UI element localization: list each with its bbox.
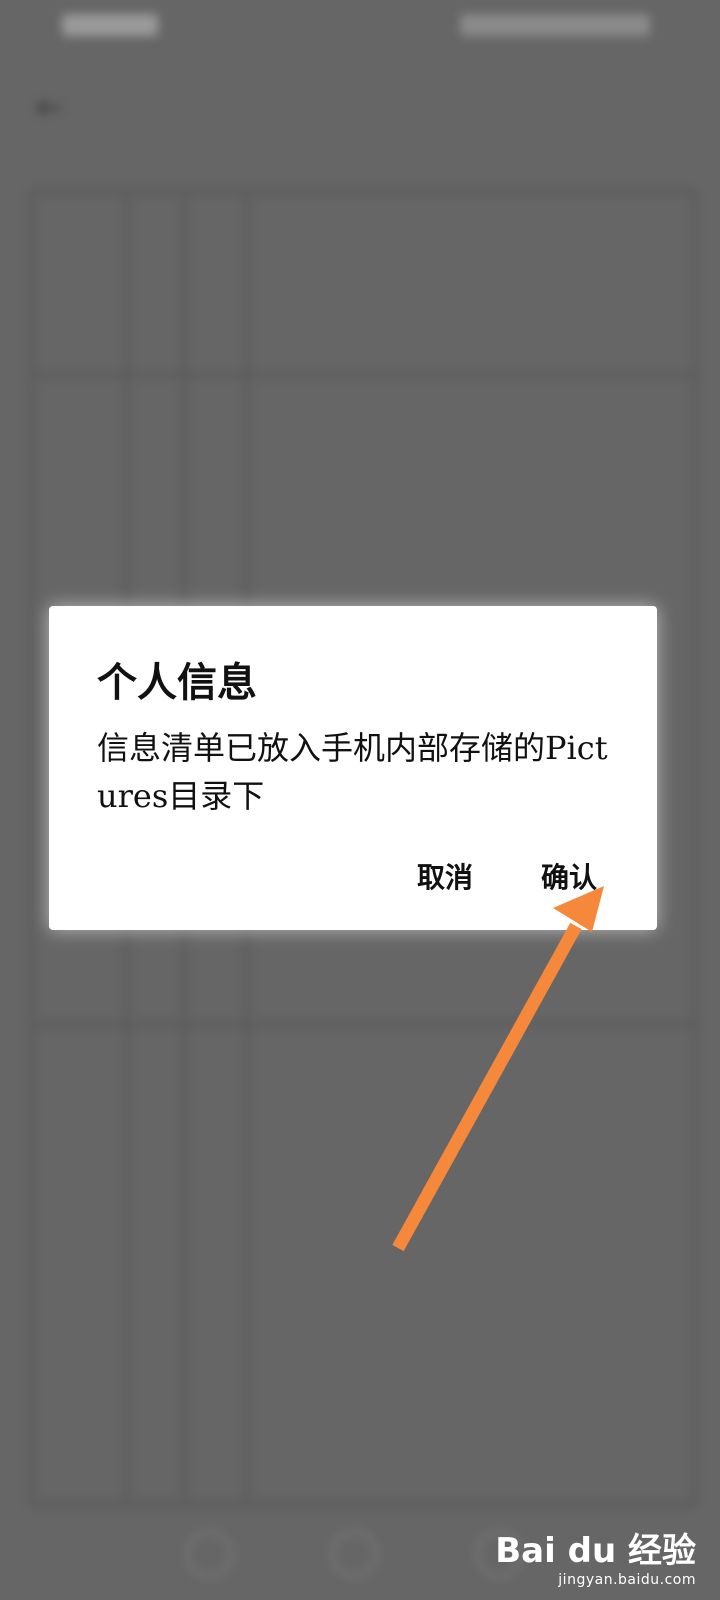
status-bar-right [460, 14, 650, 36]
table-divider [33, 373, 693, 376]
watermark-url: jingyan.baidu.com [558, 1572, 696, 1588]
status-bar-left [62, 14, 158, 36]
dialog-title: 个人信息 [97, 659, 257, 706]
personal-info-dialog: 个人信息 信息清单已放入手机内部存储的Pictures目录下 取消 确认 [49, 606, 657, 930]
dialog-message: 信息清单已放入手机内部存储的Pictures目录下 [97, 729, 608, 815]
watermark-logo: Bai du 经验 [495, 1531, 696, 1571]
nav-button-icon [185, 1530, 233, 1578]
watermark: Bai du 经验 jingyan.baidu.com [495, 1523, 696, 1588]
back-arrow-icon: ← [36, 88, 63, 126]
confirm-button[interactable]: 确认 [535, 852, 603, 900]
table-divider [33, 1023, 693, 1026]
nav-button-icon [330, 1530, 378, 1578]
cancel-button[interactable]: 取消 [411, 852, 479, 900]
status-bar [0, 0, 720, 50]
app-top-bar: ← [0, 70, 720, 140]
